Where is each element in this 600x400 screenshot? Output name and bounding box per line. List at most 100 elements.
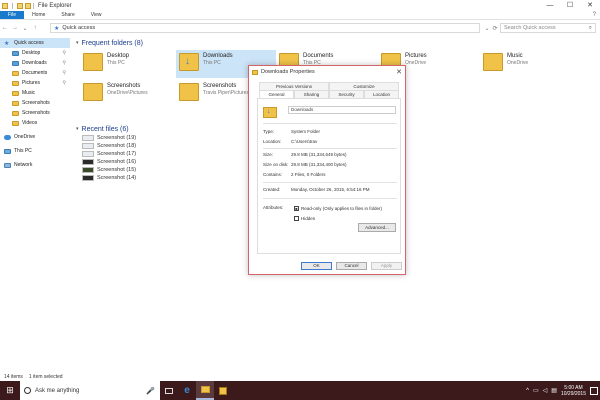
tile-name: Documents	[303, 53, 334, 59]
breadcrumb[interactable]: Quick access	[62, 25, 95, 31]
clock-time: 5:00 AM	[564, 384, 583, 391]
help-icon[interactable]: ?	[593, 12, 596, 18]
size-row: Size: 29.8 MB (31,334,649 bytes)	[263, 152, 399, 159]
location-value: C:\Users\trav	[291, 139, 318, 144]
tab-previous-versions[interactable]: Previous Versions	[259, 82, 329, 90]
tab-general[interactable]: General	[259, 90, 294, 98]
sidebar-item-screenshots[interactable]: Screenshots	[0, 98, 70, 108]
ok-button[interactable]: OK	[301, 262, 332, 270]
contains-label: Contains:	[263, 172, 283, 177]
cancel-button[interactable]: Cancel	[336, 262, 367, 270]
folder-tile[interactable]: Desktop This PC	[80, 50, 180, 78]
keyboard-icon[interactable]: ▤	[551, 387, 557, 394]
sidebar-item-onedrive[interactable]: OneDrive	[0, 132, 70, 142]
properties-icon[interactable]	[17, 2, 23, 9]
sidebar-item-network[interactable]: Network	[0, 160, 70, 170]
apply-button[interactable]: Apply	[371, 262, 402, 270]
edge-button[interactable]: e	[178, 381, 196, 400]
videos-icon	[12, 120, 19, 126]
folder-tile[interactable]: Screenshots OneDrive\Pictures	[80, 80, 180, 108]
quick-access-toolbar	[0, 2, 31, 9]
network-icon[interactable]: ▭	[533, 387, 539, 394]
tab-security[interactable]: Security	[329, 90, 364, 98]
readonly-checkbox[interactable]: ■ Read-only (Only applies to files in fo…	[294, 205, 394, 212]
tab-view[interactable]: View	[83, 11, 110, 19]
star-icon: ★	[54, 25, 60, 32]
pin-icon[interactable]: ⚲	[62, 50, 66, 56]
store-button[interactable]	[214, 381, 232, 400]
documents-icon	[12, 70, 19, 76]
desktop-icon	[12, 50, 19, 56]
file-name: Screenshot (16)	[97, 159, 137, 165]
contains-row: Contains: 2 Files, 0 Folders	[263, 172, 399, 179]
address-bar[interactable]: ★ Quick access	[50, 23, 480, 33]
forward-button[interactable]: →	[10, 25, 20, 31]
thumbnail-icon	[82, 135, 94, 141]
sidebar-item-quick-access[interactable]: ★ Quick access	[0, 38, 70, 48]
system-tray: ^ ▭ ◁ ▤ 5:00 AM 10/29/2015	[526, 381, 600, 400]
tab-file[interactable]: File	[0, 11, 25, 19]
sidebar-item-label: Documents	[22, 70, 48, 76]
task-view-button[interactable]	[160, 381, 178, 400]
folder-icon	[252, 69, 258, 75]
pin-icon[interactable]: ⚲	[62, 80, 66, 86]
dialog-close-button[interactable]: ✕	[396, 68, 402, 76]
cortana-search-box[interactable]: Ask me anything 🎤	[20, 381, 160, 400]
hidden-checkbox[interactable]: Hidden	[294, 215, 394, 222]
refresh-button[interactable]: ⟳	[490, 25, 500, 32]
folder-icon	[12, 100, 19, 106]
chevron-down-icon: ▾	[76, 40, 79, 46]
start-button[interactable]: ⊞	[0, 381, 20, 400]
cloud-icon	[4, 134, 11, 140]
minimize-button[interactable]: —	[540, 0, 560, 11]
location-row: Location: C:\Users\trav	[263, 139, 399, 146]
sidebar-item-desktop[interactable]: Desktop ⚲	[0, 48, 70, 58]
up-button[interactable]: ↑	[30, 25, 40, 31]
edge-icon: e	[184, 385, 190, 396]
sidebar-item-videos[interactable]: Videos	[0, 118, 70, 128]
back-button[interactable]: ←	[0, 25, 10, 31]
sidebar-item-pictures[interactable]: Pictures ⚲	[0, 78, 70, 88]
pin-icon[interactable]: ⚲	[62, 60, 66, 66]
selection-count: 1 item selected	[28, 373, 63, 380]
sidebar-item-this-pc[interactable]: This PC	[0, 146, 70, 156]
computer-icon	[4, 148, 11, 154]
sidebar-item-documents[interactable]: Documents ⚲	[0, 68, 70, 78]
downloads-folder-icon	[179, 53, 199, 71]
tab-location[interactable]: Location	[364, 90, 399, 98]
maximize-button[interactable]: ☐	[560, 0, 580, 11]
new-folder-icon[interactable]	[25, 2, 31, 9]
sidebar-item-music[interactable]: Music	[0, 88, 70, 98]
recent-locations-button[interactable]: ⌄	[20, 25, 30, 32]
tile-location: This PC	[203, 60, 221, 66]
volume-icon[interactable]: ◁	[543, 387, 548, 394]
sidebar-item-label: Screenshots	[22, 100, 50, 106]
tab-sharing[interactable]: Sharing	[294, 90, 329, 98]
folder-tile[interactable]: Music OneDrive	[480, 50, 580, 78]
tab-home[interactable]: Home	[24, 11, 53, 19]
pictures-icon	[12, 80, 19, 86]
sidebar-item-label: Pictures	[22, 80, 41, 86]
sidebar-item-downloads[interactable]: Downloads ⚲	[0, 58, 70, 68]
tab-customize[interactable]: Customize	[329, 82, 399, 90]
thumbnail-icon	[82, 159, 94, 165]
folder-name-field[interactable]: Downloads	[288, 106, 396, 114]
close-button[interactable]: ✕	[580, 0, 600, 11]
sidebar-item-screenshots[interactable]: Screenshots	[0, 108, 70, 118]
microphone-icon[interactable]: 🎤	[146, 387, 155, 395]
tab-share[interactable]: Share	[53, 11, 82, 19]
frequent-folders-header[interactable]: ▾ Frequent folders (8)	[72, 38, 600, 48]
navigation-pane: ★ Quick access Desktop ⚲ Downloads ⚲ Doc…	[0, 38, 70, 170]
clock[interactable]: 5:00 AM 10/29/2015	[561, 385, 586, 397]
chevron-up-icon[interactable]: ^	[526, 388, 529, 394]
search-input[interactable]: Search Quick access ⌕	[500, 23, 596, 33]
music-folder-icon	[483, 53, 503, 71]
file-explorer-button[interactable]	[196, 381, 214, 400]
pin-icon[interactable]: ⚲	[62, 70, 66, 76]
status-bar: 14 items 1 item selected	[0, 372, 600, 381]
desktop-folder-icon	[83, 53, 103, 71]
created-value: Monday, October 26, 2015, 6:54:16 PM	[291, 187, 370, 192]
advanced-button[interactable]: Advanced...	[358, 223, 396, 232]
sidebar-item-label: Music	[22, 90, 36, 96]
notification-icon[interactable]	[590, 386, 598, 395]
